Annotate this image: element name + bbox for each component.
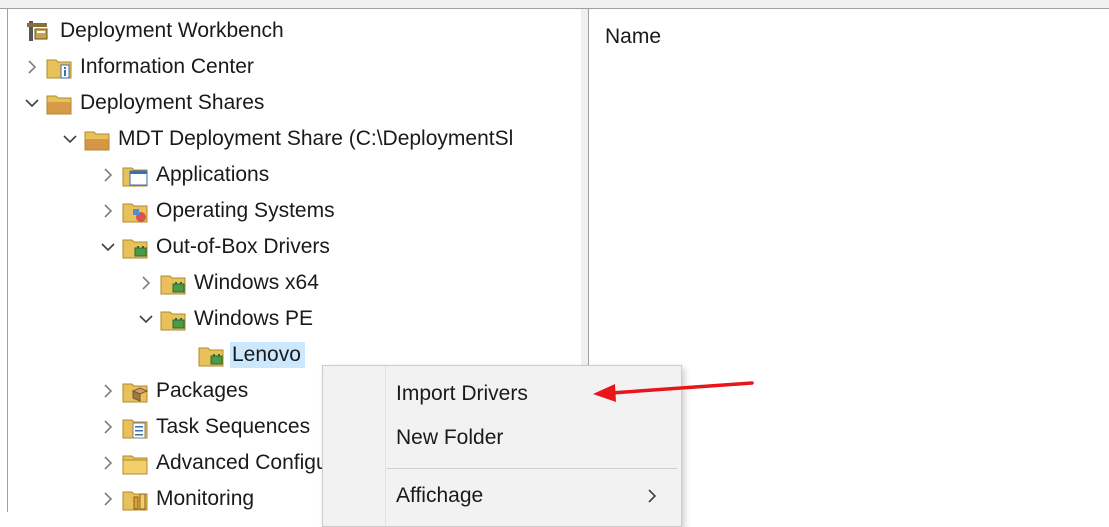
tree-item-windows-pe[interactable]: Windows PE bbox=[134, 302, 317, 336]
annotation-arrow-icon bbox=[593, 381, 754, 402]
tree-item-label: Deployment Workbench bbox=[60, 19, 284, 42]
menu-item-affichage[interactable]: Affichage bbox=[323, 478, 681, 514]
tree-item-packages[interactable]: Packages bbox=[96, 374, 252, 408]
tree-item-windows-x64[interactable]: Windows x64 bbox=[134, 266, 323, 300]
tree-item-information-center[interactable]: Information Center bbox=[20, 50, 258, 84]
chevron-right-icon bbox=[648, 489, 657, 503]
drivers-folder-icon bbox=[120, 232, 150, 262]
tree-item-label: Packages bbox=[156, 379, 249, 402]
task-sequence-icon bbox=[120, 412, 150, 442]
chevron-right-icon[interactable] bbox=[96, 482, 120, 512]
tree-item-mdt-deployment-share[interactable]: MDT Deployment Share (C:\DeploymentSl bbox=[58, 122, 517, 156]
os-folder-icon bbox=[120, 196, 150, 226]
tree-item-label: Deployment Shares bbox=[80, 91, 265, 114]
tree-item-deployment-workbench[interactable]: Deployment Workbench bbox=[24, 14, 288, 48]
chevron-right-icon[interactable] bbox=[134, 266, 158, 300]
menu-item-label: New Folder bbox=[396, 426, 504, 449]
drivers-folder-icon bbox=[158, 268, 188, 298]
tree-item-out-of-box-drivers[interactable]: Out-of-Box Drivers bbox=[96, 230, 334, 264]
window-top-edge bbox=[0, 0, 1109, 9]
menu-item-new-folder[interactable]: New Folder bbox=[323, 420, 681, 456]
menu-item-label: Import Drivers bbox=[396, 382, 528, 405]
tree-item-monitoring[interactable]: Monitoring bbox=[96, 482, 258, 512]
menu-separator bbox=[387, 468, 677, 469]
tree-item-label: Lenovo bbox=[230, 342, 305, 368]
monitoring-icon bbox=[120, 484, 150, 512]
tree-item-label: Out-of-Box Drivers bbox=[156, 235, 330, 258]
tree-item-label: Applications bbox=[156, 163, 270, 186]
tree-item-label: Monitoring bbox=[156, 487, 255, 510]
chevron-right-icon[interactable] bbox=[20, 50, 44, 84]
chevron-down-icon[interactable] bbox=[134, 302, 158, 336]
menu-item-label: Affichage bbox=[396, 484, 484, 507]
chevron-right-icon[interactable] bbox=[96, 158, 120, 192]
tree-item-label: Windows PE bbox=[194, 307, 314, 330]
info-folder-icon bbox=[44, 52, 74, 82]
tree-item-operating-systems[interactable]: Operating Systems bbox=[96, 194, 339, 228]
column-header-name[interactable]: Name bbox=[605, 25, 661, 49]
chevron-down-icon[interactable] bbox=[20, 86, 44, 120]
chevron-right-icon[interactable] bbox=[96, 446, 120, 480]
chevron-down-icon[interactable] bbox=[58, 122, 82, 156]
tree-item-label: Information Center bbox=[80, 55, 254, 78]
tree-item-label: Operating Systems bbox=[156, 199, 335, 222]
drivers-folder-icon bbox=[158, 304, 188, 334]
drivers-folder-icon bbox=[196, 340, 226, 370]
share-folder-icon bbox=[82, 124, 112, 154]
tree-item-applications[interactable]: Applications bbox=[96, 158, 273, 192]
tree-item-deployment-shares[interactable]: Deployment Shares bbox=[20, 86, 268, 120]
tree-item-lenovo[interactable]: Lenovo bbox=[196, 338, 305, 372]
chevron-down-icon[interactable] bbox=[96, 230, 120, 264]
applications-icon bbox=[120, 160, 150, 190]
chevron-right-icon[interactable] bbox=[96, 410, 120, 444]
folder-icon bbox=[120, 448, 150, 478]
tree-item-label: Task Sequences bbox=[156, 415, 311, 438]
chevron-right-icon[interactable] bbox=[96, 374, 120, 408]
tree-item-task-sequences[interactable]: Task Sequences bbox=[96, 410, 314, 444]
chevron-right-icon[interactable] bbox=[96, 194, 120, 228]
tree-item-label: Windows x64 bbox=[194, 271, 319, 294]
tree-item-label: MDT Deployment Share (C:\DeploymentSl bbox=[118, 127, 514, 150]
packages-icon bbox=[120, 376, 150, 406]
folder-icon bbox=[44, 88, 74, 118]
workbench-icon bbox=[24, 16, 54, 46]
